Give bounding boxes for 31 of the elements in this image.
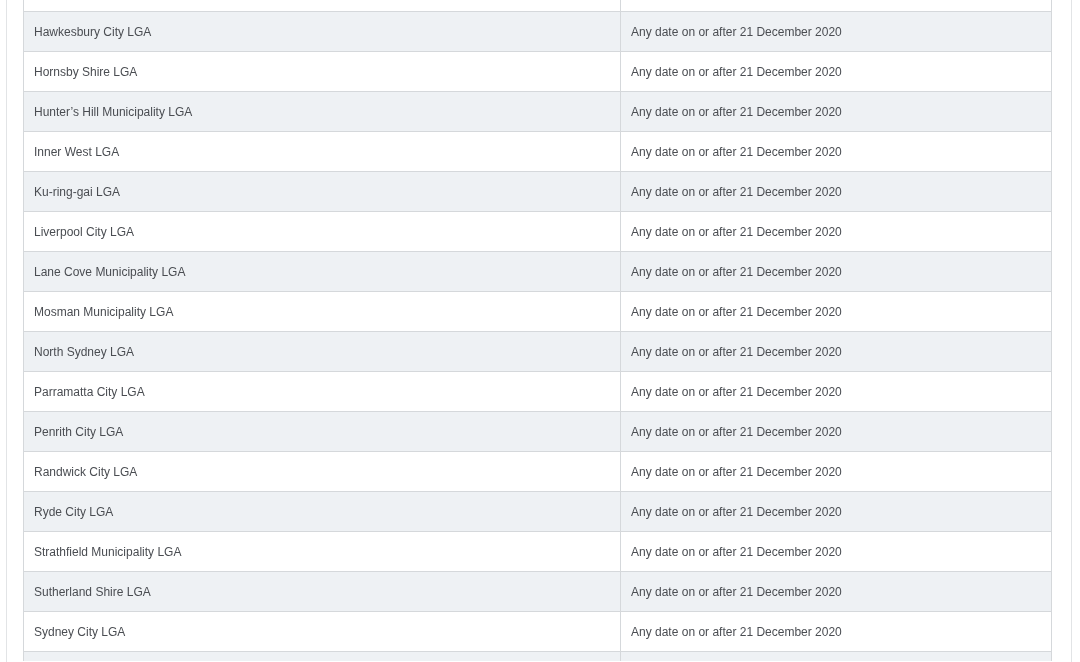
- table-cell-text: Lane Cove Municipality LGA: [33, 263, 187, 281]
- table-cell-text: Penrith City LGA: [33, 423, 125, 441]
- table-cell: Any date on or after 21 December 2020: [620, 92, 1051, 131]
- table-cell-text: Hunter’s Hill Municipality LGA: [33, 103, 194, 121]
- table-cell: Any date on or after 21 December 2020: [620, 52, 1051, 91]
- table-cell-text: Sydney City LGA: [33, 623, 127, 641]
- table-cell-text: Parramatta City LGA: [33, 383, 146, 401]
- table-cell-text: Randwick City LGA: [33, 463, 139, 481]
- table-cell: Any date on or after 21 December 2020: [620, 372, 1051, 411]
- table-cell: Any date on or after 21 December 2020: [620, 572, 1051, 611]
- table-cell: Any date on or after 21 December 2020: [620, 212, 1051, 251]
- table-cell: Any date on or after 21 December 2020: [620, 452, 1051, 491]
- table-cell-text: Hornsby Shire LGA: [33, 63, 139, 81]
- table-cell: Any date on or after 21 December 2020: [620, 492, 1051, 531]
- table-cell-text: North Sydney LGA: [33, 343, 136, 361]
- table-cell-text: Strathfield Municipality LGA: [33, 543, 183, 561]
- table-cell-text: Ku-ring-gai LGA: [33, 183, 122, 201]
- table-cell: Any date on or after 21 December 2020: [620, 412, 1051, 451]
- table-cell: Any date on or after 21 December 2020: [620, 172, 1051, 211]
- table-cell-text: Liverpool City LGA: [33, 223, 136, 241]
- table-cell: Any date on or after 21 December 2020: [620, 532, 1051, 571]
- table-cell: Any date on or after 21 December 2020: [620, 252, 1051, 291]
- table-cell: Any date on or after 21 December 2020: [620, 292, 1051, 331]
- table-cell-text: Hawkesbury City LGA: [33, 23, 153, 41]
- table-cell-text: Sutherland Shire LGA: [33, 583, 152, 601]
- table-cell: Any date on or after 21 December 2020: [620, 12, 1051, 51]
- table-cell: Any date on or after 21 December 2020: [620, 332, 1051, 371]
- table-cell-text: Mosman Municipality LGA: [33, 303, 175, 321]
- table-cell-text: Ryde City LGA: [33, 503, 115, 521]
- table-cell: Any date on or after 21 December 2020: [620, 132, 1051, 171]
- table-cell-text: Inner West LGA: [33, 143, 121, 161]
